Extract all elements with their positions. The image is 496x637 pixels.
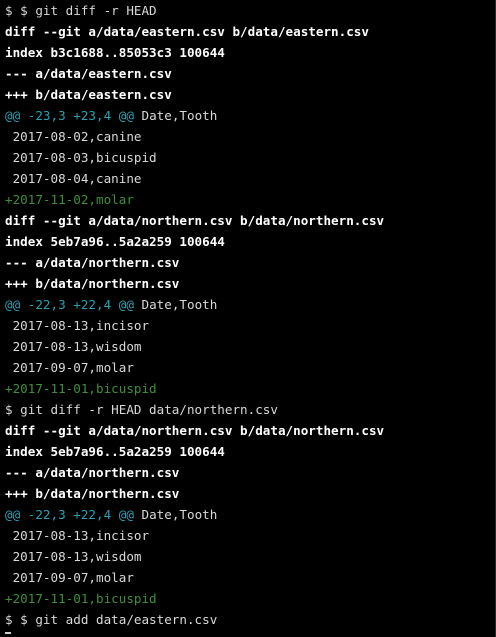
diff-old-file-line: --- a/data/eastern.csv [5,66,172,81]
diff-new-file-line: +++ b/data/eastern.csv [5,87,172,102]
hunk-context: Date,Tooth [133,108,218,123]
command-prompt-line: $ $ git add data/eastern.csv [5,612,218,627]
added-line: +2017-11-02,molar [5,192,134,207]
context-line: 2017-09-07,molar [5,570,134,585]
diff-index-line: index b3c1688..85053c3 100644 [5,45,225,60]
context-line: 2017-08-02,canine [5,129,142,144]
diff-index-line: index 5eb7a96..5a2a259 100644 [5,234,225,249]
hunk-context: Date,Tooth [133,297,218,312]
context-line: 2017-08-13,wisdom [5,549,142,564]
diff-old-file-line: --- a/data/northern.csv [5,255,180,270]
context-line: 2017-09-07,molar [5,360,134,375]
terminal-window[interactable]: $ $ git diff -r HEAD diff --git a/data/e… [0,0,496,637]
hunk-range: @@ -22,3 +22,4 @@ [5,507,134,522]
context-line: 2017-08-03,bicuspid [5,150,157,165]
hunk-context: Date,Tooth [133,507,218,522]
diff-header-line: diff --git a/data/eastern.csv b/data/eas… [5,24,369,39]
diff-new-file-line: +++ b/data/northern.csv [5,276,180,291]
terminal-cursor [5,632,11,634]
diff-new-file-line: +++ b/data/northern.csv [5,486,180,501]
hunk-range: @@ -23,3 +23,4 @@ [5,108,134,123]
context-line: 2017-08-13,incisor [5,528,150,543]
diff-index-line: index 5eb7a96..5a2a259 100644 [5,444,225,459]
hunk-header-line: @@ -22,3 +22,4 @@ Date,Tooth [5,504,495,525]
context-line: 2017-08-04,canine [5,171,142,186]
hunk-header-line: @@ -23,3 +23,4 @@ Date,Tooth [5,105,495,126]
hunk-range: @@ -22,3 +22,4 @@ [5,297,134,312]
diff-old-file-line: --- a/data/northern.csv [5,465,180,480]
command-prompt-line: $ git diff -r HEAD data/northern.csv [5,402,278,417]
diff-header-line: diff --git a/data/northern.csv b/data/no… [5,213,385,228]
hunk-header-line: @@ -22,3 +22,4 @@ Date,Tooth [5,294,495,315]
context-line: 2017-08-13,wisdom [5,339,142,354]
diff-header-line: diff --git a/data/northern.csv b/data/no… [5,423,385,438]
added-line: +2017-11-01,bicuspid [5,381,157,396]
command-prompt-line: $ $ git diff -r HEAD [5,3,157,18]
added-line: +2017-11-01,bicuspid [5,591,157,606]
context-line: 2017-08-13,incisor [5,318,150,333]
